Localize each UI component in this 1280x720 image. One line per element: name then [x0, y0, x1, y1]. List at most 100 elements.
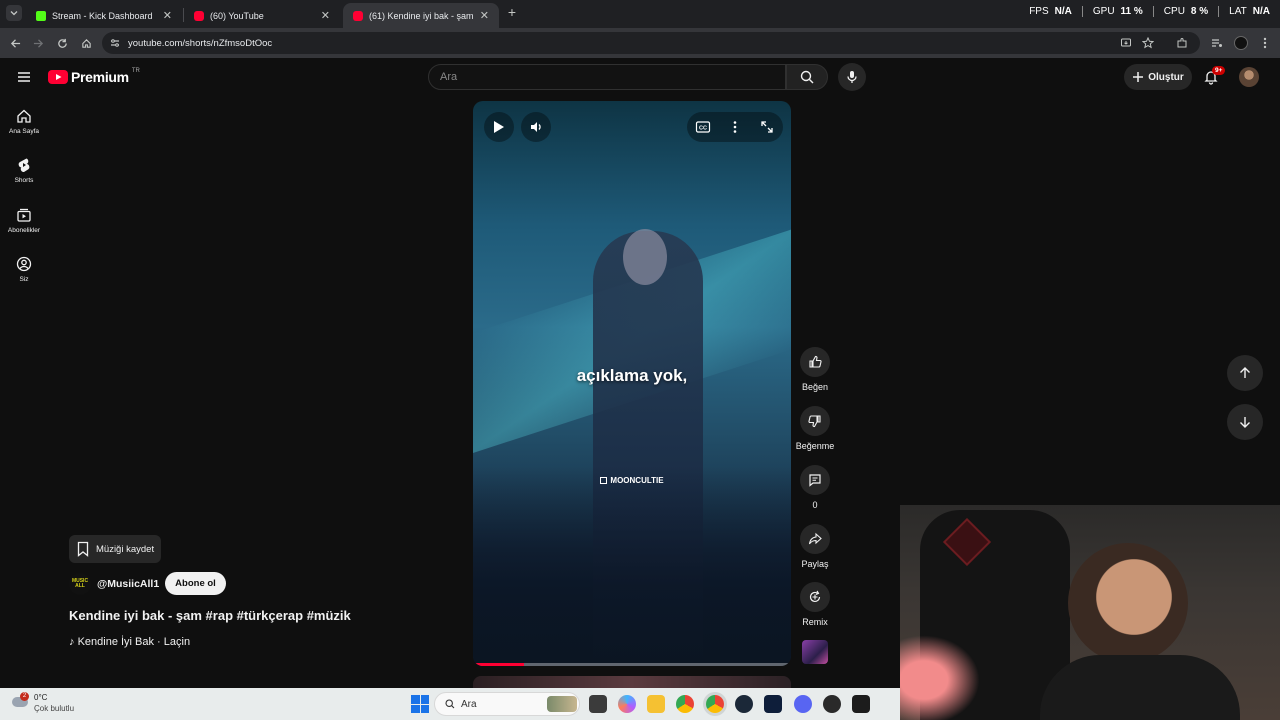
start-button[interactable] [411, 695, 429, 713]
close-tab-icon[interactable]: ✕ [163, 9, 172, 22]
install-app-icon[interactable] [1120, 37, 1132, 49]
share-button[interactable]: Paylaş [797, 524, 833, 569]
arrow-left-icon [10, 38, 20, 48]
you-icon [16, 256, 32, 272]
play-button[interactable] [484, 112, 514, 142]
subscriptions-icon [17, 208, 31, 222]
remix-button[interactable]: Remix [797, 582, 833, 627]
webcam-lamp [900, 635, 980, 720]
like-circle [800, 347, 830, 377]
video-caption-text: açıklama yok, [576, 366, 688, 385]
create-button[interactable]: Oluştur [1124, 64, 1192, 90]
subscribe-button[interactable]: Abone ol [165, 572, 226, 595]
channel-row: MUSIC ALL @MusiicAll1 Abone ol [69, 572, 226, 595]
close-tab-icon[interactable]: ✕ [480, 9, 489, 22]
comments-circle [800, 465, 830, 495]
more-vertical-icon [1263, 37, 1267, 49]
like-button[interactable]: Beğen [797, 347, 833, 392]
browser-tab-strip: Stream - Kick Dashboard ✕ (60) YouTube ✕… [0, 0, 1280, 28]
previous-short-button[interactable] [1227, 355, 1263, 391]
remix-icon [809, 590, 821, 603]
copilot-icon[interactable] [618, 695, 636, 713]
dislike-button[interactable]: Beğenme [792, 406, 838, 451]
guide-label: Ana Sayfa [9, 128, 39, 135]
epic-games-icon[interactable] [852, 695, 870, 713]
forward-button[interactable] [28, 33, 48, 53]
chrome-menu-button[interactable] [1255, 33, 1275, 53]
remix-label: Remix [802, 617, 828, 627]
fps-value: N/A [1054, 6, 1072, 17]
tab-search-button[interactable] [6, 5, 22, 21]
search-button[interactable] [786, 64, 828, 90]
reload-button[interactable] [52, 33, 72, 53]
volume-button[interactable] [521, 112, 551, 142]
short-video-player[interactable]: CC açıklama yok, MOONCULTIE [473, 101, 791, 666]
save-music-label: Müziği kaydet [96, 543, 155, 555]
extensions-button[interactable] [1172, 33, 1192, 53]
guide-item-subscriptions[interactable]: Abonelikler [0, 207, 48, 234]
lat-label: LAT [1229, 6, 1247, 17]
notification-badge: 9+ [1212, 66, 1226, 75]
cpu-label: CPU [1163, 6, 1185, 17]
comment-icon [809, 474, 821, 487]
more-vertical-icon [733, 121, 737, 133]
guide-item-home[interactable]: Ana Sayfa [0, 108, 48, 135]
taskbar-search[interactable]: Ara [434, 692, 580, 716]
tab-youtube-short[interactable]: (61) Kendine iyi bak - şam #rap ✕ [343, 3, 499, 28]
fps-label: FPS [1029, 6, 1049, 17]
short-song-link[interactable]: ♪ Kendine İyi Bak · Laçin [69, 636, 190, 648]
chrome-active-icon[interactable] [706, 695, 724, 713]
notifications-button[interactable]: 9+ [1202, 66, 1226, 87]
video-frame-performer-head [623, 229, 667, 285]
audio-track-thumbnail[interactable] [802, 640, 828, 664]
more-options-button[interactable] [729, 119, 741, 135]
back-button[interactable] [5, 33, 25, 53]
closed-captions-icon: CC [695, 121, 711, 133]
fullscreen-button[interactable] [759, 119, 775, 135]
account-avatar[interactable] [1239, 67, 1259, 87]
address-bar[interactable]: youtube.com/shorts/nZfmsoDtOoc [102, 32, 1200, 54]
profile-button[interactable] [1231, 33, 1251, 53]
video-watermark: MOONCULTIE [473, 476, 791, 485]
search-input[interactable]: Ara [428, 64, 786, 90]
new-tab-button[interactable]: + [504, 4, 520, 22]
discord-icon[interactable] [794, 695, 812, 713]
home-button[interactable] [76, 33, 96, 53]
save-music-button[interactable]: Müziği kaydet [69, 535, 161, 563]
guide-menu-button[interactable] [16, 69, 32, 85]
home-icon [17, 109, 31, 123]
bookmark-star-icon[interactable] [1142, 37, 1154, 49]
guide-item-you[interactable]: Siz [0, 256, 48, 283]
weather-widget[interactable]: 2 0°C Çok bulutlu [10, 691, 100, 717]
site-info-icon[interactable] [110, 38, 120, 48]
voice-search-button[interactable] [838, 63, 866, 91]
obs-icon[interactable] [823, 695, 841, 713]
remix-circle [800, 582, 830, 612]
youtube-premium-logo[interactable]: Premium TR [48, 68, 140, 86]
tab-kick-dashboard[interactable]: Stream - Kick Dashboard ✕ [26, 3, 182, 28]
guide-label: Shorts [14, 177, 34, 184]
svg-text:CC: CC [699, 126, 707, 132]
channel-avatar[interactable]: MUSIC ALL [69, 572, 91, 595]
vscode-icon[interactable] [764, 695, 782, 713]
steam-icon[interactable] [735, 695, 753, 713]
media-controls-button[interactable] [1207, 33, 1227, 53]
next-short-preview[interactable] [473, 676, 791, 688]
comments-button[interactable]: 0 [797, 465, 833, 510]
short-title[interactable]: Kendine iyi bak - şam #rap #türkçerap #m… [69, 608, 351, 623]
tab-youtube[interactable]: (60) YouTube ✕ [184, 3, 340, 28]
file-explorer-icon[interactable] [647, 695, 665, 713]
chrome-icon[interactable] [676, 695, 694, 713]
gpu-value: 11 % [1120, 6, 1143, 17]
shorts-icon [18, 158, 30, 173]
guide-item-shorts[interactable]: Shorts [0, 157, 48, 184]
captions-button[interactable]: CC [695, 119, 711, 135]
player-controls-group: CC [687, 112, 783, 142]
next-short-button[interactable] [1227, 404, 1263, 440]
video-progress-bar[interactable] [473, 663, 791, 666]
close-tab-icon[interactable]: ✕ [321, 9, 330, 22]
dislike-label: Beğenme [795, 441, 835, 451]
channel-name[interactable]: @MusiicAll1 [97, 578, 159, 590]
task-view-icon[interactable] [589, 695, 607, 713]
weather-temp: 0°C [34, 693, 48, 702]
